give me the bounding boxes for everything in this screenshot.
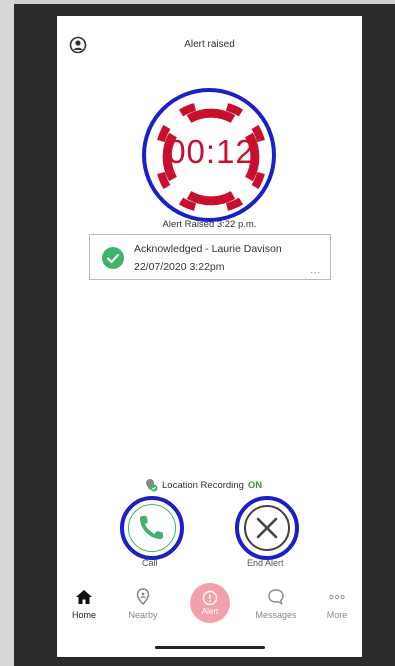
check-icon	[102, 247, 124, 269]
location-recording-label: Location Recording	[162, 479, 244, 491]
location-recording-on: ON	[247, 479, 263, 491]
phone-icon	[140, 516, 163, 539]
tab-nearby[interactable]: Nearby	[115, 587, 171, 620]
tab-messages-label: Messages	[255, 610, 297, 620]
chat-bubble-icon	[268, 589, 284, 605]
close-icon	[256, 517, 278, 539]
call-label: Call	[142, 558, 158, 568]
acknowledgement-card[interactable]: Acknowledged - Laurie Davison 22/07/2020…	[89, 234, 331, 280]
end-alert-button[interactable]	[235, 496, 299, 560]
tab-messages[interactable]: Messages	[248, 587, 304, 620]
bottom-tab-bar: Home Nearby Alert Messages More	[57, 579, 362, 639]
alert-raised-time: Alert Raised 3:22 p.m.	[162, 219, 257, 230]
phone-screen: Alert raised 00:12 Alert Raised 3:22 p.m…	[57, 16, 362, 657]
tab-nearby-label: Nearby	[128, 610, 158, 620]
tab-alert[interactable]: Alert	[190, 583, 230, 623]
location-pin-icon	[136, 588, 150, 606]
tab-more-label: More	[326, 610, 348, 620]
alert-timer: 00:12	[137, 83, 285, 231]
tab-home-label: Home	[71, 610, 96, 620]
home-indicator	[155, 646, 265, 649]
more-options-icon[interactable]: ...	[310, 265, 321, 275]
acknowledged-by: Acknowledged - Laurie Davison	[134, 243, 282, 255]
more-dots-icon	[329, 594, 345, 600]
tab-more[interactable]: More	[309, 587, 362, 620]
end-alert-label: End Alert	[247, 558, 284, 568]
window-left-edge	[0, 0, 14, 666]
call-button[interactable]	[120, 496, 184, 560]
header: Alert raised	[57, 16, 362, 56]
call-button-ring	[128, 504, 176, 552]
acknowledged-datetime: 22/07/2020 3:22pm	[134, 261, 225, 273]
page-title: Alert raised	[184, 39, 235, 50]
tab-home[interactable]: Home	[57, 587, 112, 620]
window-top-edge	[0, 0, 395, 4]
end-alert-button-ring	[244, 505, 290, 551]
timer-value: 00:12	[167, 133, 255, 170]
location-recording-status: Location Recording ON	[144, 478, 262, 492]
home-icon	[76, 590, 92, 604]
location-recording-icon	[146, 479, 158, 492]
tab-alert-label: Alert	[201, 607, 219, 616]
